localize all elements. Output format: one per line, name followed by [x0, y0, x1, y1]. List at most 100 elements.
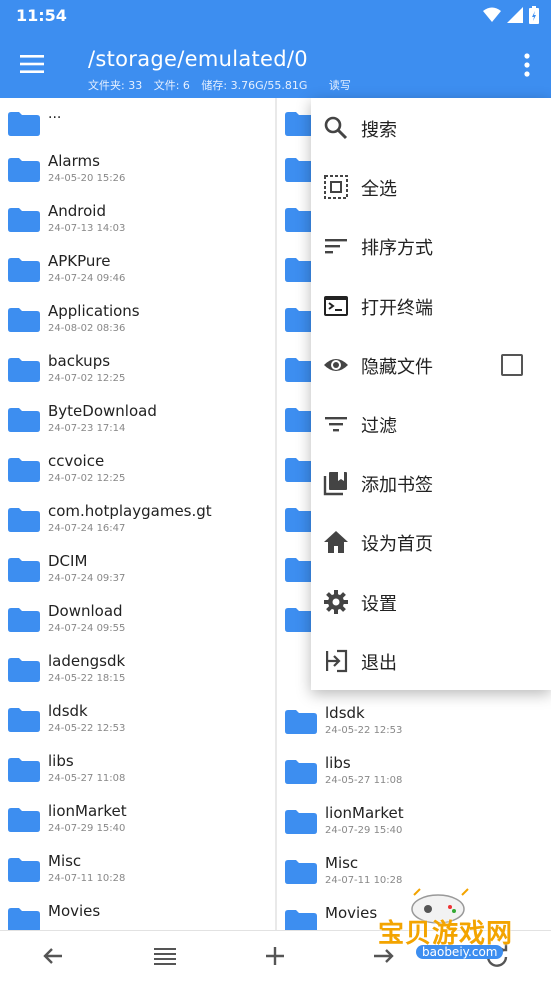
menu-item-bookmark[interactable]: 添加书签 — [311, 453, 551, 512]
hidden-files-checkbox[interactable] — [501, 353, 523, 376]
filter-icon — [325, 416, 347, 432]
folder-name: libs — [325, 754, 351, 772]
wifi-icon — [483, 7, 501, 22]
folder-row[interactable]: libs 24-05-27 11:08 — [277, 746, 551, 796]
sort-icon — [325, 239, 347, 254]
folder-name: backups — [48, 352, 111, 370]
more-vert-icon[interactable] — [520, 52, 534, 78]
folder-name: ldsdk — [325, 704, 365, 722]
folder-icon — [8, 558, 40, 582]
list-view-icon[interactable] — [152, 943, 178, 969]
folder-icon — [8, 208, 40, 232]
folder-icon — [8, 458, 40, 482]
folder-date: 24-08-02 08:36 — [48, 323, 126, 334]
folder-row[interactable]: DCIM 24-07-24 09:37 — [0, 544, 275, 594]
menu-item-select-all[interactable]: 全选 — [311, 157, 551, 216]
select-all-icon — [324, 175, 348, 200]
folder-row[interactable]: ldsdk 24-05-22 12:53 — [277, 696, 551, 746]
storage-info: 文件夹: 33 文件: 6 储存: 3.76G/55.81G 读写 — [88, 77, 359, 93]
menu-item-filter[interactable]: 过滤 — [311, 394, 551, 453]
folder-name: DCIM — [48, 552, 88, 570]
menu-label-bookmark: 添加书签 — [361, 475, 433, 497]
back-arrow-icon[interactable] — [40, 943, 66, 969]
parent-dir-row[interactable]: ... — [0, 98, 275, 144]
folder-date: 24-07-11 10:28 — [48, 873, 126, 884]
storage-usage: 储存: 3.76G/55.81G — [201, 79, 308, 92]
folder-row[interactable]: backups 24-07-02 12:25 — [0, 344, 275, 394]
folder-icon — [8, 658, 40, 682]
menu-item-terminal[interactable]: 打开终端 — [311, 276, 551, 335]
battery-icon — [529, 6, 539, 24]
folder-name: Misc — [48, 852, 82, 870]
folder-row[interactable]: Applications 24-08-02 08:36 — [0, 294, 275, 344]
folder-date: 24-05-27 11:08 — [325, 775, 403, 786]
folder-row[interactable]: APKPure 24-07-24 09:46 — [0, 244, 275, 294]
folder-count: 文件夹: 33 — [88, 79, 143, 92]
menu-item-search[interactable]: 搜索 — [311, 98, 551, 157]
folder-icon — [285, 810, 317, 834]
add-icon[interactable] — [262, 943, 288, 969]
overflow-menu: 搜索 全选 排序方式 打开终端 隐藏文件 过滤 添加书签 设为首页 设置 退出 — [311, 98, 551, 690]
folder-icon — [8, 508, 40, 532]
eye-icon — [324, 358, 348, 371]
folder-icon — [285, 710, 317, 734]
folder-icon — [8, 808, 40, 832]
folder-icon — [8, 408, 40, 432]
folder-date: 24-07-24 09:55 — [48, 623, 126, 634]
folder-row[interactable]: ByteDownload 24-07-23 17:14 — [0, 394, 275, 444]
folder-date: 24-07-29 15:40 — [48, 823, 126, 834]
menu-item-exit[interactable]: 退出 — [311, 631, 551, 690]
menu-label-exit: 退出 — [361, 652, 397, 674]
folder-row[interactable]: lionMarket 24-07-29 15:40 — [277, 796, 551, 846]
menu-item-sort[interactable]: 排序方式 — [311, 216, 551, 275]
menu-item-set-home[interactable]: 设为首页 — [311, 512, 551, 571]
folder-date: 24-05-22 18:15 — [48, 673, 126, 684]
folder-name: Misc — [325, 854, 359, 872]
hamburger-menu-icon[interactable] — [18, 52, 46, 76]
menu-item-hidden-files[interactable]: 隐藏文件 — [311, 335, 551, 394]
folder-row[interactable]: Alarms 24-05-20 15:26 — [0, 144, 275, 194]
folder-row[interactable]: Movies — [0, 894, 275, 930]
menu-label-hidden-files: 隐藏文件 — [361, 356, 433, 378]
search-icon — [324, 116, 348, 140]
folder-row[interactable]: ladengsdk 24-05-22 18:15 — [0, 644, 275, 694]
folder-icon — [8, 112, 40, 136]
folder-icon — [285, 760, 317, 784]
folder-name: Android — [48, 202, 106, 220]
folder-name: ByteDownload — [48, 402, 157, 420]
terminal-icon — [324, 295, 348, 316]
folder-icon — [8, 758, 40, 782]
folder-row[interactable]: com.hotplaygames.gt 24-07-24 16:47 — [0, 494, 275, 544]
folder-row[interactable]: Android 24-07-13 14:03 — [0, 194, 275, 244]
folder-row[interactable]: lionMarket 24-07-29 15:40 — [0, 794, 275, 844]
folder-row[interactable]: Misc 24-07-11 10:28 — [0, 844, 275, 894]
signal-icon — [507, 7, 523, 23]
folder-date: 24-07-24 09:46 — [48, 273, 126, 284]
folder-row[interactable]: Download 24-07-24 09:55 — [0, 594, 275, 644]
menu-label-select-all: 全选 — [361, 179, 397, 201]
folder-row[interactable]: ldsdk 24-05-22 12:53 — [0, 694, 275, 744]
menu-label-search: 搜索 — [361, 120, 397, 141]
folder-date: 24-05-20 15:26 — [48, 173, 126, 184]
folder-name: libs — [48, 752, 74, 770]
gear-icon — [324, 589, 348, 614]
folder-icon — [8, 158, 40, 182]
folder-name: lionMarket — [325, 804, 404, 822]
file-count: 文件: 6 — [153, 79, 190, 92]
folder-date: 24-07-29 15:40 — [325, 825, 403, 836]
status-bar: 11:54 — [0, 0, 551, 32]
folder-date: 24-05-27 11:08 — [48, 773, 126, 784]
folder-name: ccvoice — [48, 452, 105, 470]
folder-date: 24-07-02 12:25 — [48, 473, 126, 484]
folder-icon — [8, 708, 40, 732]
folder-row[interactable]: ccvoice 24-07-02 12:25 — [0, 444, 275, 494]
folder-row[interactable]: libs 24-05-27 11:08 — [0, 744, 275, 794]
folder-icon — [8, 608, 40, 632]
menu-item-settings[interactable]: 设置 — [311, 572, 551, 631]
folder-icon — [285, 910, 317, 930]
menu-label-terminal: 打开终端 — [361, 297, 433, 319]
folder-date: 24-07-24 16:47 — [48, 523, 126, 534]
folder-date: 24-07-23 17:14 — [48, 423, 126, 434]
access-mode: 读写 — [328, 79, 351, 92]
folder-name: ladengsdk — [48, 652, 126, 670]
